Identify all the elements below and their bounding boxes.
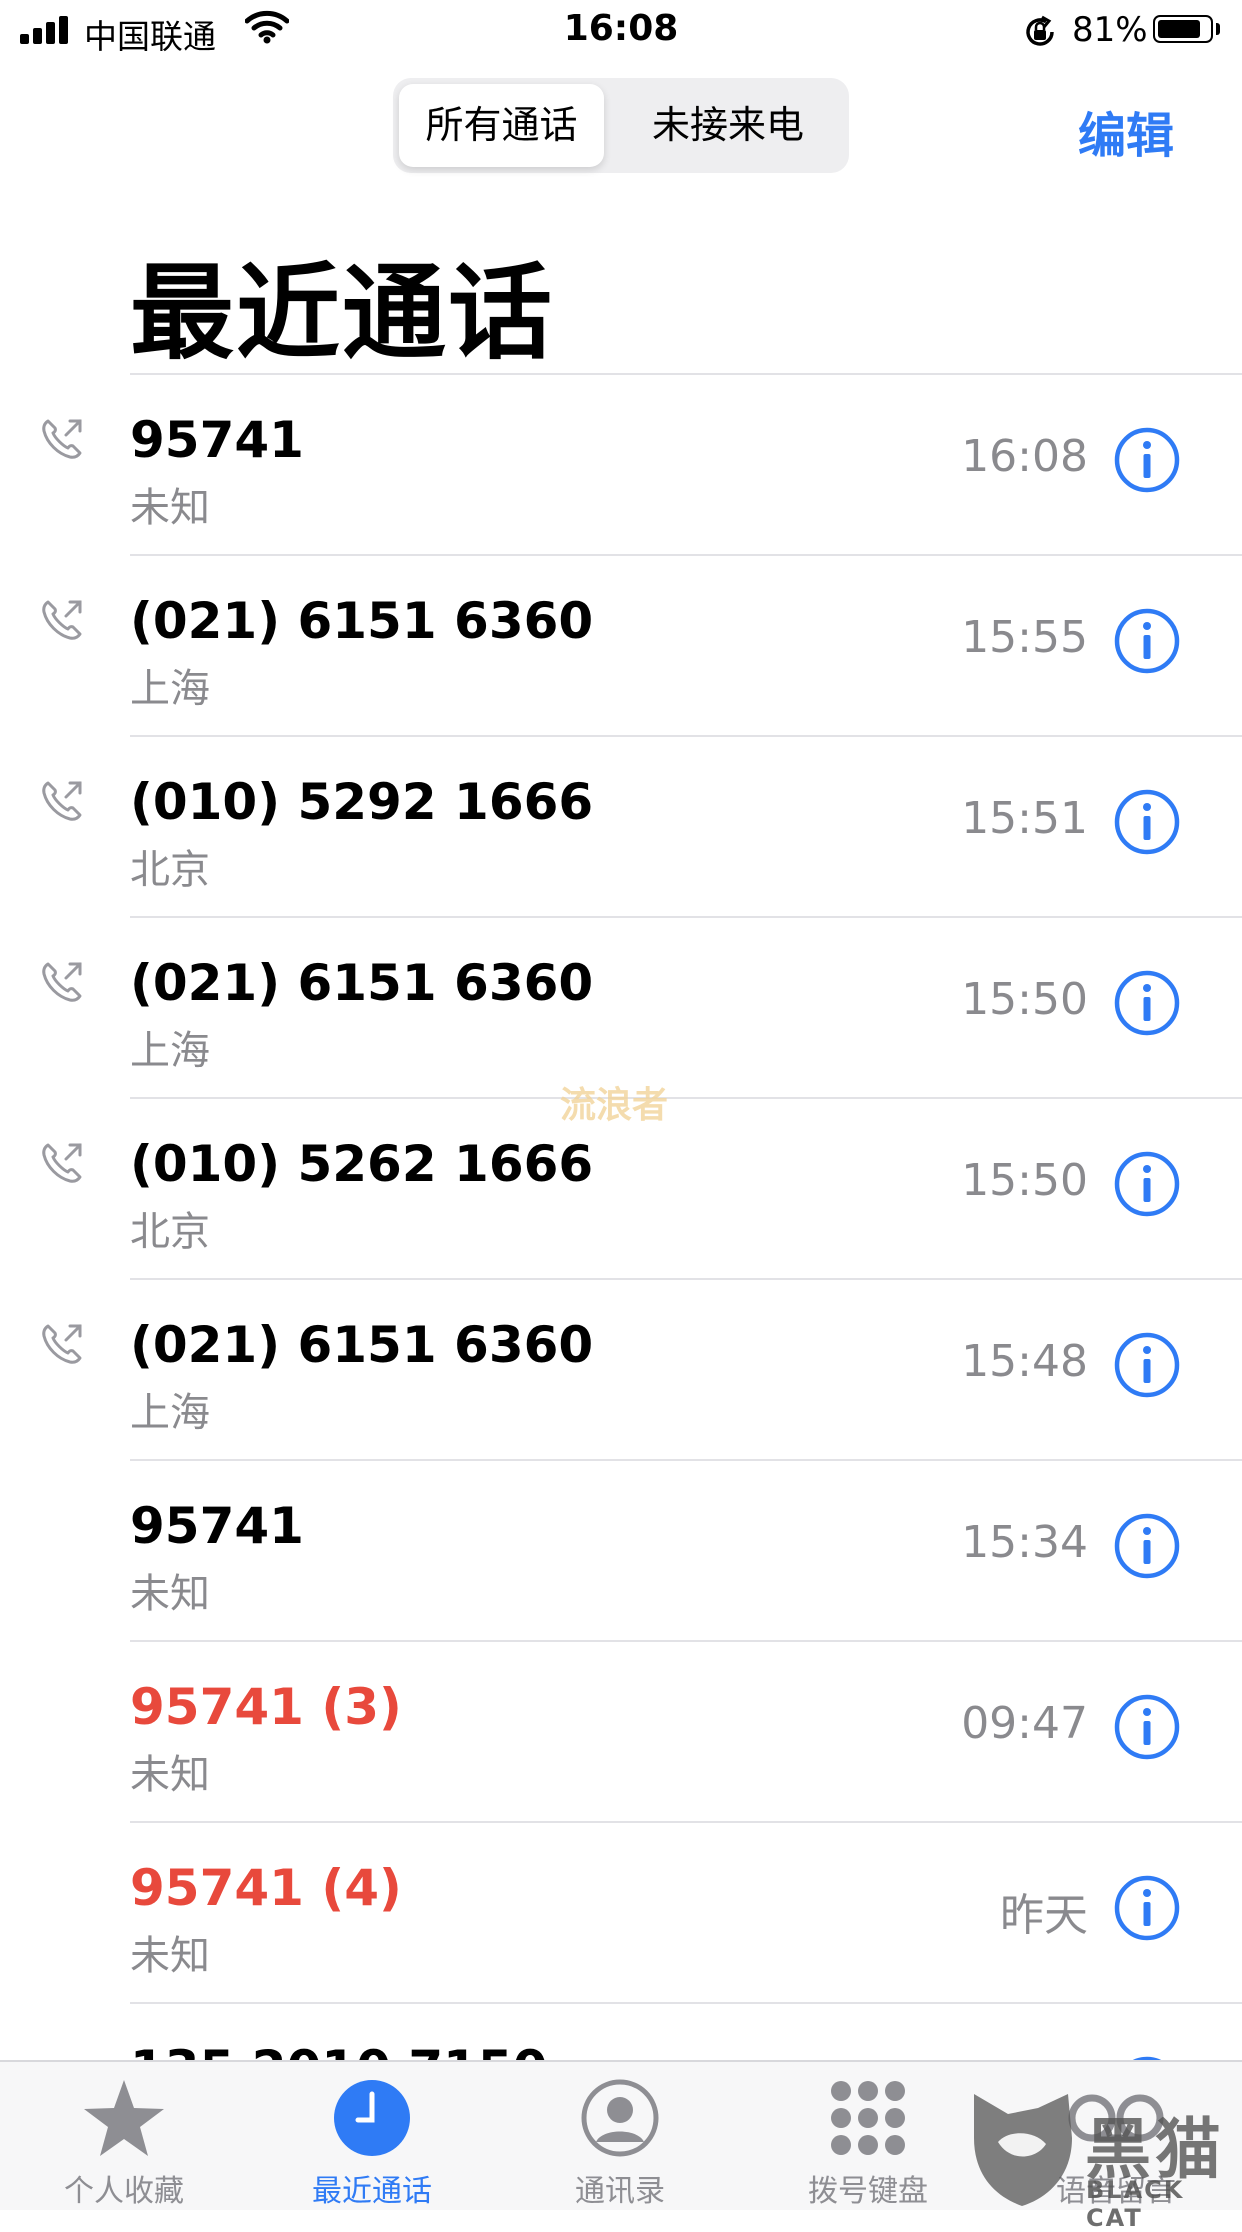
tab-recents[interactable]: 最近通话 xyxy=(272,2062,472,2210)
segment-all-calls[interactable]: 所有通话 xyxy=(399,84,604,167)
info-icon[interactable] xyxy=(1114,970,1180,1036)
watermark-text: 流浪者 xyxy=(560,1085,669,1126)
clock-icon xyxy=(334,2080,410,2156)
caller-name: (021) 6151 6360 xyxy=(130,1316,594,1374)
info-icon[interactable] xyxy=(1114,608,1180,674)
caller-name: 95741 (4) xyxy=(130,1859,402,1917)
tab-label: 拨号键盘 xyxy=(808,2174,928,2209)
caller-name: (010) 5262 1666 xyxy=(130,1135,594,1193)
call-row[interactable]: (021) 6151 6360 上海 15:55 xyxy=(0,556,1242,737)
info-icon[interactable] xyxy=(1114,789,1180,855)
outgoing-call-icon xyxy=(42,1324,82,1364)
call-time: 15:50 xyxy=(961,1155,1088,1206)
caller-location: 上海 xyxy=(130,666,210,712)
call-row[interactable]: 95741 (3) 未知 09:47 xyxy=(0,1642,1242,1823)
outgoing-call-icon xyxy=(42,600,82,640)
person-circle-icon xyxy=(581,2079,659,2157)
call-filter-segmented-control: 所有通话 未接来电 xyxy=(393,78,849,173)
caller-location: 未知 xyxy=(130,1571,210,1617)
rotation-lock-icon xyxy=(1026,15,1054,46)
call-time: 15:48 xyxy=(961,1336,1088,1387)
outgoing-call-icon xyxy=(42,419,82,459)
caller-location: 未知 xyxy=(130,1933,210,1979)
caller-name: (010) 5292 1666 xyxy=(130,773,594,831)
outgoing-call-icon xyxy=(42,1143,82,1183)
info-icon[interactable] xyxy=(1114,1151,1180,1217)
caller-location: 未知 xyxy=(130,1752,210,1798)
battery-percentage: 81% xyxy=(1072,10,1148,50)
call-row[interactable]: (010) 5292 1666 北京 15:51 xyxy=(0,737,1242,918)
caller-location: 北京 xyxy=(130,1209,210,1255)
tab-keypad[interactable]: 拨号键盘 xyxy=(768,2062,968,2210)
caller-location: 上海 xyxy=(130,1390,210,1436)
page-title: 最近通话 xyxy=(130,252,555,374)
info-icon[interactable] xyxy=(1114,1513,1180,1579)
caller-name: 95741 (3) xyxy=(130,1678,402,1736)
call-row[interactable]: (021) 6151 6360 上海 15:48 xyxy=(0,1280,1242,1461)
call-time: 15:34 xyxy=(961,1517,1088,1568)
call-row[interactable]: 95741 未知 16:08 xyxy=(0,375,1242,556)
caller-location: 未知 xyxy=(130,485,210,531)
logo-subtext: BLACK CAT xyxy=(1086,2176,1185,2232)
outgoing-call-icon xyxy=(42,962,82,1002)
call-row[interactable]: (021) 6151 6360 上海 15:50 xyxy=(0,918,1242,1099)
tab-favorites[interactable]: 个人收藏 xyxy=(24,2062,224,2210)
tab-label: 个人收藏 xyxy=(64,2174,184,2209)
tab-label: 通讯录 xyxy=(575,2174,665,2209)
tab-label: 最近通话 xyxy=(312,2174,432,2209)
battery-icon xyxy=(1153,15,1213,43)
call-row[interactable]: 95741 (4) 未知 昨天 xyxy=(0,1823,1242,2004)
caller-name: 95741 xyxy=(130,1497,304,1555)
caller-location: 北京 xyxy=(130,847,210,893)
call-time: 15:51 xyxy=(961,793,1088,844)
call-row[interactable]: 95741 未知 15:34 xyxy=(0,1461,1242,1642)
info-icon[interactable] xyxy=(1114,1694,1180,1760)
call-time: 昨天 xyxy=(1000,1890,1088,1941)
tab-contacts[interactable]: 通讯录 xyxy=(520,2062,720,2210)
caller-name: (021) 6151 6360 xyxy=(130,592,594,650)
info-icon[interactable] xyxy=(1114,427,1180,493)
keypad-icon xyxy=(831,2081,905,2155)
edit-button[interactable]: 编辑 xyxy=(1078,96,1174,166)
outgoing-call-icon xyxy=(42,781,82,821)
star-icon xyxy=(84,2080,164,2156)
status-bar: 中国联通 16:08 81% xyxy=(0,0,1242,62)
caller-location: 上海 xyxy=(130,1028,210,1074)
info-icon[interactable] xyxy=(1114,1332,1180,1398)
battery-cap xyxy=(1216,23,1220,35)
call-time: 15:50 xyxy=(961,974,1088,1025)
info-icon[interactable] xyxy=(1114,1875,1180,1941)
segment-missed-calls[interactable]: 未接来电 xyxy=(615,84,841,167)
call-time: 09:47 xyxy=(961,1698,1088,1749)
call-time: 16:08 xyxy=(961,431,1088,482)
call-time: 15:55 xyxy=(961,612,1088,663)
caller-name: (021) 6151 6360 xyxy=(130,954,594,1012)
caller-name: 95741 xyxy=(130,411,304,469)
